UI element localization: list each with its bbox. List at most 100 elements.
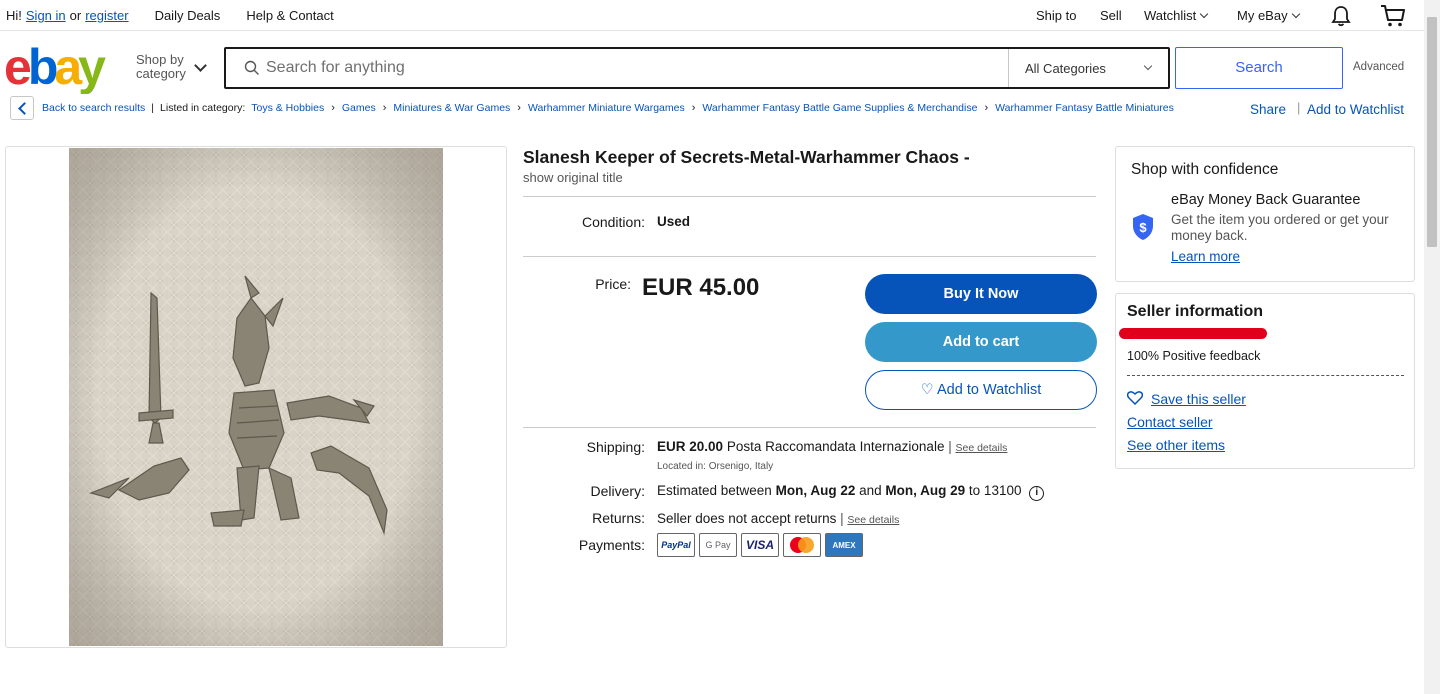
divider	[523, 196, 1096, 197]
search-divider	[1008, 49, 1009, 87]
seller-info-title: Seller information	[1127, 303, 1264, 320]
mastercard-logo	[790, 537, 814, 553]
payment-methods: PayPal G Pay VISA AMEX	[657, 533, 863, 557]
redacted-seller-name	[1119, 328, 1267, 339]
greeting-text: Hi!	[6, 8, 22, 23]
watchlist-menu[interactable]: Watchlist	[1144, 8, 1209, 23]
watchlist-label: Watchlist	[1144, 8, 1197, 23]
shipping-see-details-link[interactable]: See details	[955, 442, 1007, 454]
condition-label: Condition:	[581, 214, 645, 230]
see-other-items-link[interactable]: See other items	[1127, 437, 1225, 453]
notification-bell-icon[interactable]	[1330, 5, 1352, 27]
mastercard-icon	[783, 533, 821, 557]
sign-in-link[interactable]: Sign in	[26, 8, 66, 23]
delivery-label: Delivery:	[590, 483, 645, 499]
breadcrumb-item[interactable]: Miniatures & War Games	[393, 102, 510, 114]
price-label: Price:	[595, 276, 631, 292]
info-icon[interactable]: i	[1029, 486, 1045, 501]
search-icon	[244, 60, 259, 75]
google-pay-label: G Pay	[705, 540, 731, 550]
returns-see-details-link[interactable]: See details	[847, 514, 899, 526]
delivery-zip: to 13100	[968, 483, 1022, 498]
shipping-label: Shipping:	[586, 439, 645, 455]
visa-label: VISA	[745, 538, 774, 552]
add-to-watchlist-link[interactable]: Add to Watchlist	[1307, 102, 1404, 117]
shield-dollar-icon: $	[1133, 214, 1153, 240]
svg-text:$: $	[1139, 220, 1147, 235]
breadcrumb-item[interactable]: Warhammer Miniature Wargames	[528, 102, 685, 114]
ebay-logo[interactable]: ebay	[4, 42, 124, 94]
top-navigation-bar: Hi! Sign in or register Daily Deals Help…	[0, 0, 1424, 31]
shipping-value: EUR 20.00 Posta Raccomandata Internazion…	[657, 439, 1008, 454]
delivery-prefix: Estimated between	[657, 483, 772, 498]
breadcrumb-item[interactable]: Warhammer Fantasy Battle Miniatures	[995, 102, 1174, 114]
my-ebay-label: My eBay	[1237, 8, 1288, 23]
breadcrumb-item[interactable]: Toys & Hobbies	[251, 102, 324, 114]
returns-value: Seller does not accept returns | See det…	[657, 511, 900, 526]
chevron-right-icon: ›	[331, 102, 335, 114]
cart-icon[interactable]	[1380, 4, 1406, 28]
item-location: Located in: Orsenigo, Italy	[657, 461, 774, 472]
back-to-results-link[interactable]: Back to search results	[42, 102, 145, 114]
divider: |	[1297, 100, 1301, 115]
add-to-watchlist-button[interactable]: ♡ Add to Watchlist	[865, 370, 1097, 410]
delivery-value: Estimated between Mon, Aug 22 and Mon, A…	[657, 483, 1045, 501]
confidence-title: Shop with confidence	[1131, 161, 1279, 178]
advanced-search-link[interactable]: Advanced	[1353, 61, 1404, 73]
delivery-and: and	[859, 483, 882, 498]
visa-icon: VISA	[741, 533, 779, 557]
save-seller-link[interactable]: Save this seller	[1151, 391, 1246, 407]
product-photo[interactable]	[69, 148, 443, 646]
delivery-to-date: Mon, Aug 29	[885, 483, 966, 498]
top-left-links: Hi! Sign in or register Daily Deals Help…	[6, 8, 334, 23]
returns-label: Returns:	[592, 510, 645, 526]
shop-by-line1: Shop by	[136, 52, 184, 67]
delivery-from-date: Mon, Aug 22	[775, 483, 856, 498]
search-button[interactable]: Search	[1175, 47, 1343, 89]
search-input[interactable]	[266, 49, 1001, 87]
amex-label: AMEX	[832, 540, 856, 550]
sell-link[interactable]: Sell	[1100, 8, 1122, 23]
ship-to-link[interactable]: Ship to	[1036, 8, 1076, 23]
category-select[interactable]: All Categories	[1025, 61, 1106, 76]
price-value: EUR 45.00	[642, 274, 760, 301]
condition-value: Used	[657, 214, 691, 229]
breadcrumb-separator: |	[151, 102, 155, 114]
returns-text: Seller does not accept returns	[657, 511, 837, 526]
breadcrumb-item[interactable]: Warhammer Fantasy Battle Game Supplies &…	[702, 102, 977, 114]
paypal-icon: PayPal	[657, 533, 695, 557]
help-contact-link[interactable]: Help & Contact	[246, 8, 333, 23]
shipping-service: Posta Raccomandata Internazionale	[726, 439, 945, 454]
heart-icon[interactable]	[1127, 391, 1143, 405]
or-text: or	[69, 8, 82, 23]
chevron-down-icon	[1291, 9, 1300, 19]
shop-by-line2: category	[136, 66, 186, 81]
seller-feedback: 100% Positive feedback	[1127, 349, 1261, 363]
contact-seller-link[interactable]: Contact seller	[1127, 414, 1213, 430]
show-original-title-link[interactable]: show original title	[523, 170, 623, 185]
shop-by-category-button[interactable]: Shop by category	[136, 53, 186, 81]
share-link[interactable]: Share	[1250, 102, 1286, 117]
my-ebay-menu[interactable]: My eBay	[1237, 8, 1300, 23]
google-pay-icon: G Pay	[699, 533, 737, 557]
chevron-right-icon: ›	[691, 102, 696, 114]
chevron-down-icon	[194, 59, 207, 72]
back-arrow-button[interactable]	[10, 96, 34, 120]
svg-text:ebay: ebay	[4, 42, 106, 94]
chevron-right-icon: ›	[517, 102, 521, 114]
scrollbar-thumb[interactable]	[1427, 17, 1437, 247]
add-to-cart-button[interactable]: Add to cart	[865, 322, 1097, 362]
paypal-label: PayPal	[661, 540, 691, 550]
breadcrumb-item[interactable]: Games	[342, 102, 376, 114]
listed-in-label: Listed in category:	[160, 102, 246, 114]
learn-more-link[interactable]: Learn more	[1171, 249, 1240, 264]
register-link[interactable]: register	[85, 8, 128, 23]
dotted-divider	[1127, 375, 1404, 376]
daily-deals-link[interactable]: Daily Deals	[155, 8, 221, 23]
chevron-right-icon: ›	[382, 102, 387, 114]
payments-label: Payments:	[578, 537, 645, 553]
buy-it-now-button[interactable]: Buy It Now	[865, 274, 1097, 314]
amex-icon: AMEX	[825, 533, 863, 557]
breadcrumb: Back to search results | Listed in categ…	[42, 102, 1174, 114]
chevron-down-icon	[1200, 9, 1209, 19]
